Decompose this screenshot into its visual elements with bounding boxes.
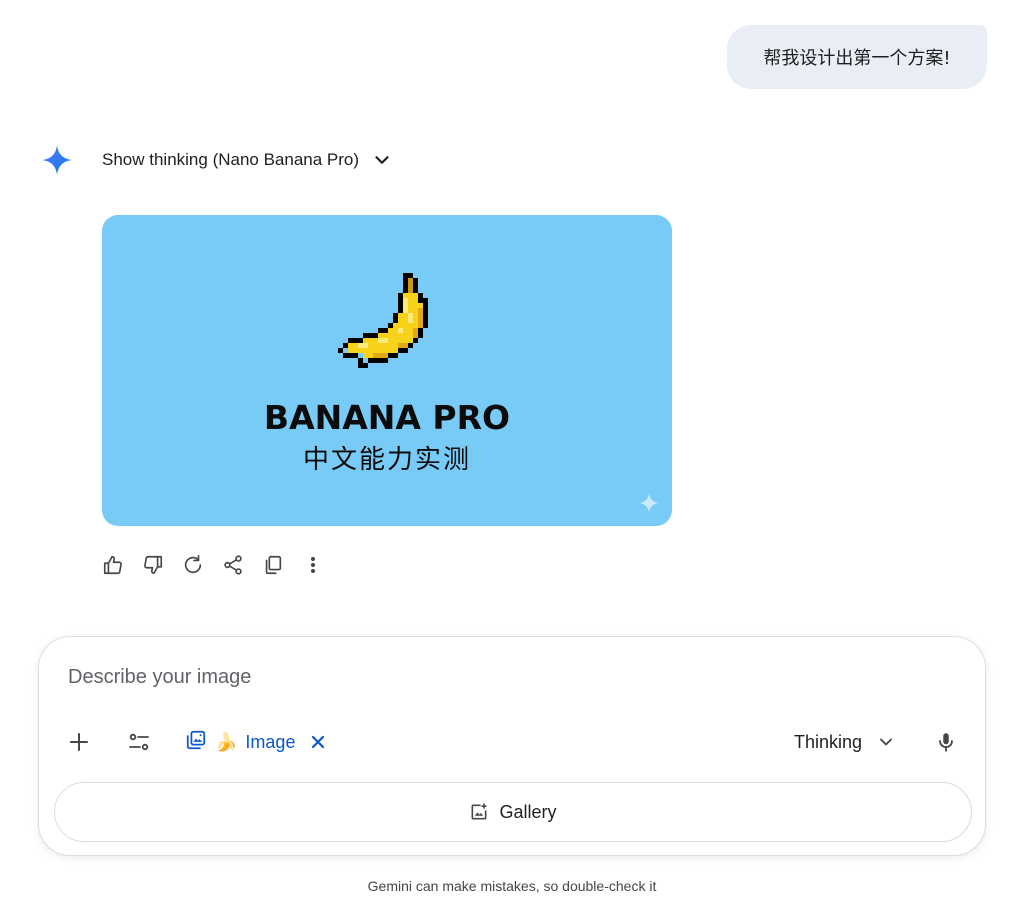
tune-icon [129, 733, 149, 751]
remove-image-tool-button[interactable] [307, 725, 329, 759]
image-chip-label: Image [245, 731, 296, 752]
close-icon [311, 735, 325, 749]
show-thinking-label: Show thinking (Nano Banana Pro) [102, 150, 360, 169]
sparkle-watermark-icon [639, 493, 659, 513]
user-message-text: 帮我设计出第一个方案! [763, 48, 951, 69]
gallery-button[interactable]: Gallery [54, 782, 972, 842]
gemini-star-icon [42, 145, 72, 175]
prompt-input[interactable] [68, 661, 928, 693]
response-action-bar [102, 552, 342, 578]
generated-image[interactable]: BANANA PRO 中文能力实测 [102, 215, 672, 526]
plus-icon [70, 733, 88, 751]
banana-emoji: 🍌 [215, 731, 238, 753]
gallery-icon [472, 803, 487, 820]
copy-icon [265, 555, 282, 575]
chevron-down-icon [880, 738, 892, 746]
tools-button[interactable] [122, 725, 156, 759]
thumbs-down-icon [144, 555, 163, 575]
microphone-icon [939, 733, 953, 752]
regenerate-button[interactable] [182, 552, 222, 578]
more-vertical-icon [310, 557, 316, 573]
thumbs-up-icon [103, 555, 122, 575]
model-mode-selector[interactable]: Thinking [794, 725, 896, 759]
image-subtitle: 中文能力实测 [302, 445, 471, 475]
gallery-label: Gallery [499, 801, 557, 822]
model-mode-label: Thinking [794, 731, 863, 752]
copy-button[interactable] [262, 552, 302, 578]
share-icon [224, 555, 242, 575]
image-tool-chip[interactable]: 🍌 Image [185, 725, 295, 759]
chevron-down-icon [375, 156, 389, 164]
more-options-button[interactable] [302, 552, 342, 578]
pixel-banana-illustration [338, 273, 428, 368]
image-title: BANANA PRO [263, 398, 511, 437]
show-thinking-toggle[interactable]: Show thinking (Nano Banana Pro) [102, 146, 393, 174]
refresh-icon [184, 555, 202, 574]
share-button[interactable] [222, 552, 262, 578]
composer-toolbar: 🍌 Image Thinking [39, 725, 985, 759]
image-library-icon [185, 729, 207, 756]
prompt-composer: 🍌 Image Thinking Galler [38, 636, 986, 856]
user-message-bubble: 帮我设计出第一个方案! [727, 25, 987, 89]
thumbs-down-button[interactable] [142, 552, 182, 578]
disclaimer-text: Gemini can make mistakes, so double-chec… [367, 878, 657, 894]
microphone-button[interactable] [929, 725, 963, 759]
add-attachment-button[interactable] [62, 725, 96, 759]
thumbs-up-button[interactable] [102, 552, 142, 578]
